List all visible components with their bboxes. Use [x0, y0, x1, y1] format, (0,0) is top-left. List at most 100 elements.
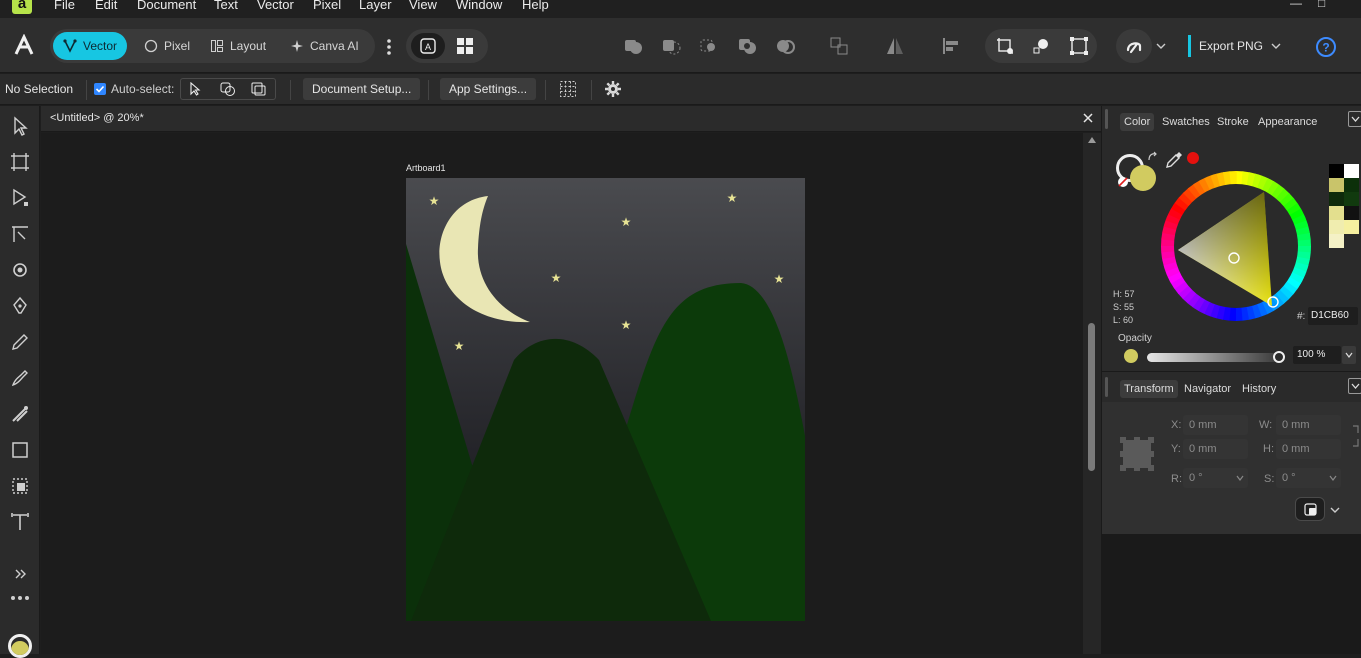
no-color-icon[interactable]	[1117, 176, 1129, 188]
combine-curves-icon[interactable]	[828, 35, 850, 57]
document-setup-button[interactable]: Document Setup...	[303, 78, 421, 100]
hex-input[interactable]: D1CB60	[1308, 307, 1358, 325]
more-options-icon[interactable]	[385, 38, 393, 56]
x-position-input[interactable]: 0 mm	[1183, 415, 1248, 435]
vector-brush-tool-icon[interactable]	[9, 367, 31, 389]
swatch-item[interactable]	[1344, 192, 1359, 206]
tab-navigator[interactable]: Navigator	[1180, 380, 1235, 398]
grid-snap-icon[interactable]	[559, 80, 577, 98]
swatch-item[interactable]	[1344, 164, 1359, 178]
swatch-item[interactable]	[1344, 220, 1359, 234]
opacity-slider-handle[interactable]	[1273, 351, 1285, 363]
width-input[interactable]: 0 mm	[1276, 415, 1341, 435]
star[interactable]: ★	[551, 271, 562, 285]
snapping-toggle-button[interactable]	[1116, 29, 1152, 63]
fill-color-swatch[interactable]	[1130, 165, 1156, 191]
vertical-scrollbar[interactable]	[1083, 133, 1101, 654]
corner-tool-icon[interactable]	[9, 223, 31, 245]
grid-view-icon[interactable]	[456, 37, 474, 55]
document-tab-title[interactable]: <Untitled> @ 20%*	[50, 112, 144, 124]
close-icon[interactable]	[1083, 113, 1093, 123]
place-image-tool-icon[interactable]	[9, 475, 31, 497]
swatch-item[interactable]	[1329, 192, 1344, 206]
swatch-item[interactable]	[1329, 164, 1344, 178]
panel-menu-button[interactable]	[1348, 111, 1361, 127]
auto-select-checkbox[interactable]	[94, 83, 106, 95]
menu-help[interactable]: Help	[522, 0, 549, 12]
snap-nodes-icon[interactable]	[1031, 36, 1051, 56]
menu-vector[interactable]: Vector	[257, 0, 294, 12]
opacity-dropdown-button[interactable]	[1342, 346, 1356, 364]
scrollbar-thumb[interactable]	[1088, 323, 1095, 471]
color-wheel[interactable]	[1160, 170, 1312, 322]
export-png-button[interactable]: Export PNG	[1188, 35, 1289, 57]
text-tool-icon[interactable]	[9, 511, 31, 533]
bounding-box-icon[interactable]	[1069, 36, 1089, 56]
affinity-app-icon[interactable]	[12, 34, 36, 58]
canvas-area[interactable]: Artboard1 ★ ★ ★ ★ ★ ★ ★	[41, 133, 1083, 654]
menu-layer[interactable]: Layer	[359, 0, 392, 12]
fill-tool-icon[interactable]	[9, 403, 31, 425]
scroll-up-icon[interactable]	[1088, 137, 1096, 143]
star[interactable]: ★	[774, 272, 785, 286]
swap-colors-icon[interactable]	[1146, 151, 1158, 163]
pointer-mode-icon[interactable]	[188, 82, 202, 96]
xor-shapes-icon[interactable]	[736, 35, 758, 57]
menu-view[interactable]: View	[409, 0, 437, 12]
shear-input[interactable]: 0 °	[1276, 468, 1341, 488]
chevron-down-icon[interactable]	[1156, 42, 1166, 50]
persona-vector[interactable]: Vector	[53, 32, 128, 60]
eyedropper-icon[interactable]	[1164, 150, 1184, 170]
swatch-item[interactable]	[1344, 206, 1359, 220]
persona-pixel[interactable]: Pixel	[134, 32, 200, 60]
contain-select-icon[interactable]	[251, 82, 267, 96]
subtract-shapes-icon[interactable]	[660, 35, 682, 57]
flip-horizontal-icon[interactable]	[884, 35, 906, 57]
node-tool-icon[interactable]	[9, 187, 31, 209]
help-icon[interactable]: ?	[1315, 36, 1337, 58]
tab-stroke[interactable]: Stroke	[1213, 113, 1253, 131]
fill-stroke-swatch[interactable]	[8, 634, 32, 658]
panel-grip[interactable]	[1105, 109, 1108, 129]
lock-aspect-ratio-icon[interactable]	[1352, 424, 1360, 448]
gear-icon[interactable]	[604, 80, 622, 98]
chevron-down-icon[interactable]	[1330, 506, 1340, 514]
pencil-tool-icon[interactable]	[9, 331, 31, 353]
menu-file[interactable]: File	[54, 0, 75, 12]
picked-color-swatch[interactable]	[1187, 152, 1199, 164]
minimize-button[interactable]: —	[1290, 0, 1302, 10]
tab-transform[interactable]: Transform	[1120, 380, 1178, 398]
persona-layout[interactable]: Layout	[200, 32, 276, 60]
menu-text[interactable]: Text	[214, 0, 238, 12]
opacity-slider[interactable]	[1147, 353, 1279, 362]
menu-document[interactable]: Document	[137, 0, 196, 12]
tab-color[interactable]: Color	[1120, 113, 1155, 131]
menu-edit[interactable]: Edit	[95, 0, 117, 12]
swatch-item[interactable]	[1329, 178, 1344, 192]
swatch-item[interactable]	[1329, 206, 1344, 220]
divide-shapes-icon[interactable]	[774, 35, 796, 57]
align-left-icon[interactable]	[940, 35, 962, 57]
star[interactable]: ★	[621, 215, 632, 229]
height-input[interactable]: 0 mm	[1276, 439, 1341, 459]
pen-tool-icon[interactable]	[9, 295, 31, 317]
rotation-input[interactable]: 0 °	[1183, 468, 1248, 488]
artboard[interactable]: ★ ★ ★ ★ ★ ★ ★	[406, 178, 805, 621]
tab-history[interactable]: History	[1238, 380, 1280, 398]
app-settings-button[interactable]: App Settings...	[440, 78, 537, 100]
add-shapes-icon[interactable]	[622, 35, 644, 57]
swatch-item[interactable]	[1344, 178, 1359, 192]
star[interactable]: ★	[727, 191, 738, 205]
transform-origin-icon[interactable]	[995, 36, 1015, 56]
move-tool-icon[interactable]	[9, 115, 31, 137]
menu-window[interactable]: Window	[456, 0, 502, 12]
text-frame-mode-button[interactable]: A	[411, 33, 445, 59]
anchor-point-selector[interactable]	[1119, 436, 1155, 472]
swatch-item[interactable]	[1329, 220, 1344, 234]
menu-pixel[interactable]: Pixel	[313, 0, 341, 12]
y-position-input[interactable]: 0 mm	[1183, 439, 1248, 459]
maximize-button[interactable]: □	[1318, 0, 1325, 10]
opacity-input[interactable]: 100 %	[1293, 346, 1341, 364]
artboard-tool-icon[interactable]	[9, 151, 31, 173]
rectangle-tool-icon[interactable]	[9, 439, 31, 461]
